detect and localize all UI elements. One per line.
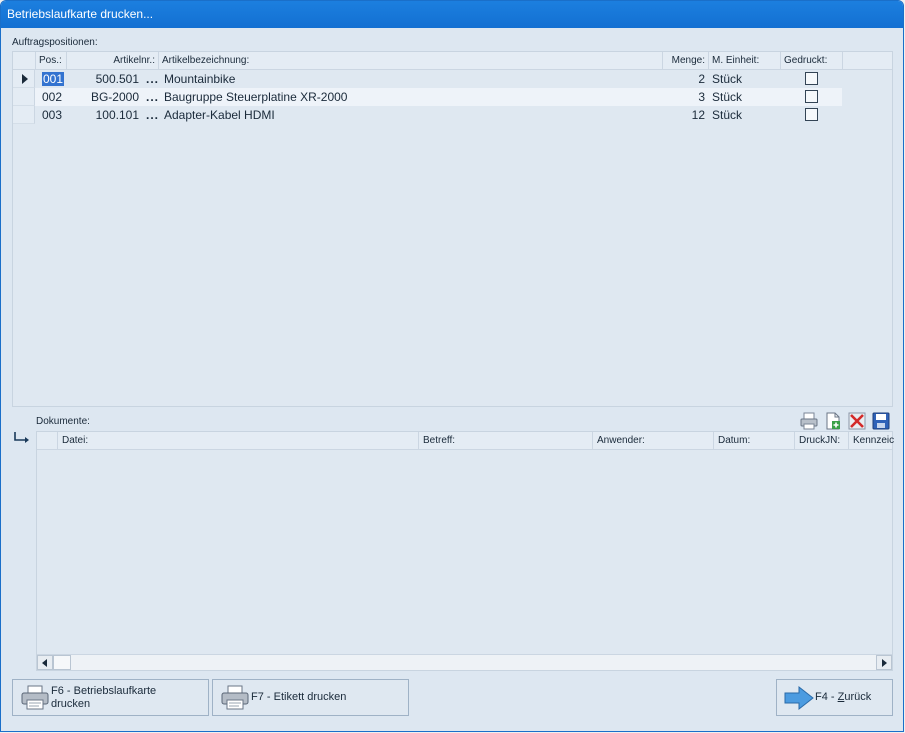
col-header-menge[interactable]: Menge: bbox=[663, 52, 709, 70]
row-selector-header bbox=[13, 52, 36, 70]
col-header-betreff[interactable]: Betreff: bbox=[419, 432, 593, 450]
print-dialog-window: Betriebslaufkarte drucken... Auftragspos… bbox=[0, 0, 904, 732]
print-icon[interactable] bbox=[799, 411, 819, 431]
scroll-left-icon[interactable] bbox=[37, 655, 53, 670]
current-row-arrow-icon bbox=[22, 74, 28, 84]
add-document-icon[interactable] bbox=[823, 411, 843, 431]
row-artikelnr[interactable]: 100.101 bbox=[67, 106, 142, 124]
row-menge[interactable]: 2 bbox=[663, 70, 708, 88]
button-label: drucken bbox=[51, 697, 91, 710]
row-selector[interactable] bbox=[13, 106, 35, 124]
print-routing-card-button[interactable]: F6 - Betriebslaufkarte drucken bbox=[12, 679, 209, 716]
row-lookup-button[interactable]: ... bbox=[143, 70, 159, 88]
window-title: Betriebslaufkarte drucken... bbox=[1, 1, 903, 28]
button-label: F6 - Betriebslaufkarte bbox=[51, 684, 157, 697]
col-header-bezeichnung[interactable]: Artikelbezeichnung: bbox=[159, 52, 663, 70]
documents-grid-header: Datei: Betreff: Anwender: Datum: DruckJN… bbox=[37, 432, 894, 450]
row-lookup-button[interactable]: ... bbox=[143, 88, 159, 106]
positions-grid[interactable]: Pos.: Artikelnr.: Artikelbezeichnung: Me… bbox=[12, 51, 893, 407]
scroll-thumb[interactable] bbox=[53, 655, 71, 670]
button-label-mnemonic: Z bbox=[837, 691, 845, 703]
row-gedruckt-checkbox[interactable] bbox=[805, 90, 818, 103]
table-row[interactable]: 003 100.101 ... Adapter-Kabel HDMI 12 St… bbox=[13, 106, 842, 124]
col-header-datum[interactable]: Datum: bbox=[714, 432, 795, 450]
col-header-pos[interactable]: Pos.: bbox=[36, 52, 67, 70]
save-icon[interactable] bbox=[871, 411, 891, 431]
col-header-druckjn[interactable]: DruckJN: bbox=[795, 432, 849, 450]
row-gedruckt-checkbox[interactable] bbox=[805, 72, 818, 85]
row-menge[interactable]: 12 bbox=[663, 106, 708, 124]
col-header-kennzeichen[interactable]: Kennzeic bbox=[849, 432, 894, 450]
printer-icon bbox=[221, 685, 249, 710]
row-bezeichnung[interactable]: Mountainbike bbox=[161, 70, 661, 88]
print-label-button[interactable]: F7 - Etikett drucken bbox=[212, 679, 409, 716]
col-header-gedruckt[interactable]: Gedruckt: bbox=[781, 52, 843, 70]
button-label: urück bbox=[844, 691, 872, 703]
row-artikelnr[interactable]: BG-2000 bbox=[67, 88, 142, 106]
row-einheit[interactable]: Stück bbox=[709, 106, 781, 124]
row-einheit[interactable]: Stück bbox=[709, 88, 781, 106]
row-bezeichnung[interactable]: Baugruppe Steuerplatine XR-2000 bbox=[161, 88, 661, 106]
row-einheit[interactable]: Stück bbox=[709, 70, 781, 88]
row-menge[interactable]: 3 bbox=[663, 88, 708, 106]
row-lookup-button[interactable]: ... bbox=[143, 106, 159, 124]
row-selector-header bbox=[37, 432, 58, 450]
col-header-artikelnr[interactable]: Artikelnr.: bbox=[67, 52, 159, 70]
row-gedruckt-checkbox[interactable] bbox=[805, 108, 818, 121]
row-pos[interactable]: 003 bbox=[39, 106, 67, 124]
row-bezeichnung[interactable]: Adapter-Kabel HDMI bbox=[161, 106, 661, 124]
row-artikelnr[interactable]: 500.501 bbox=[67, 70, 142, 88]
row-pos[interactable]: 002 bbox=[39, 88, 67, 106]
arrow-right-icon bbox=[784, 685, 814, 711]
button-label: F4 - bbox=[815, 691, 838, 703]
table-row[interactable]: 001 500.501 ... Mountainbike 2 Stück bbox=[13, 70, 842, 88]
col-header-anwender[interactable]: Anwender: bbox=[593, 432, 714, 450]
printer-icon bbox=[21, 685, 49, 710]
back-button[interactable]: F4 - Zurück bbox=[776, 679, 893, 716]
positions-grid-header: Pos.: Artikelnr.: Artikelbezeichnung: Me… bbox=[13, 52, 892, 70]
documents-grid[interactable]: Datei: Betreff: Anwender: Datum: DruckJN… bbox=[36, 431, 894, 671]
col-header-datei[interactable]: Datei: bbox=[58, 432, 419, 450]
horizontal-scrollbar[interactable] bbox=[37, 654, 892, 670]
col-header-einheit[interactable]: M. Einheit: bbox=[709, 52, 781, 70]
scroll-right-icon[interactable] bbox=[876, 655, 892, 670]
row-pos[interactable]: 001 bbox=[42, 72, 65, 86]
button-label: F7 - Etikett drucken bbox=[251, 691, 347, 703]
delete-icon[interactable] bbox=[847, 411, 867, 431]
row-selector[interactable] bbox=[13, 70, 35, 88]
linked-arrow-icon bbox=[14, 432, 29, 443]
positions-label: Auftragspositionen: bbox=[12, 37, 98, 48]
row-selector[interactable] bbox=[13, 88, 35, 106]
table-row[interactable]: 002 BG-2000 ... Baugruppe Steuerplatine … bbox=[13, 88, 842, 106]
documents-label: Dokumente: bbox=[36, 416, 90, 427]
